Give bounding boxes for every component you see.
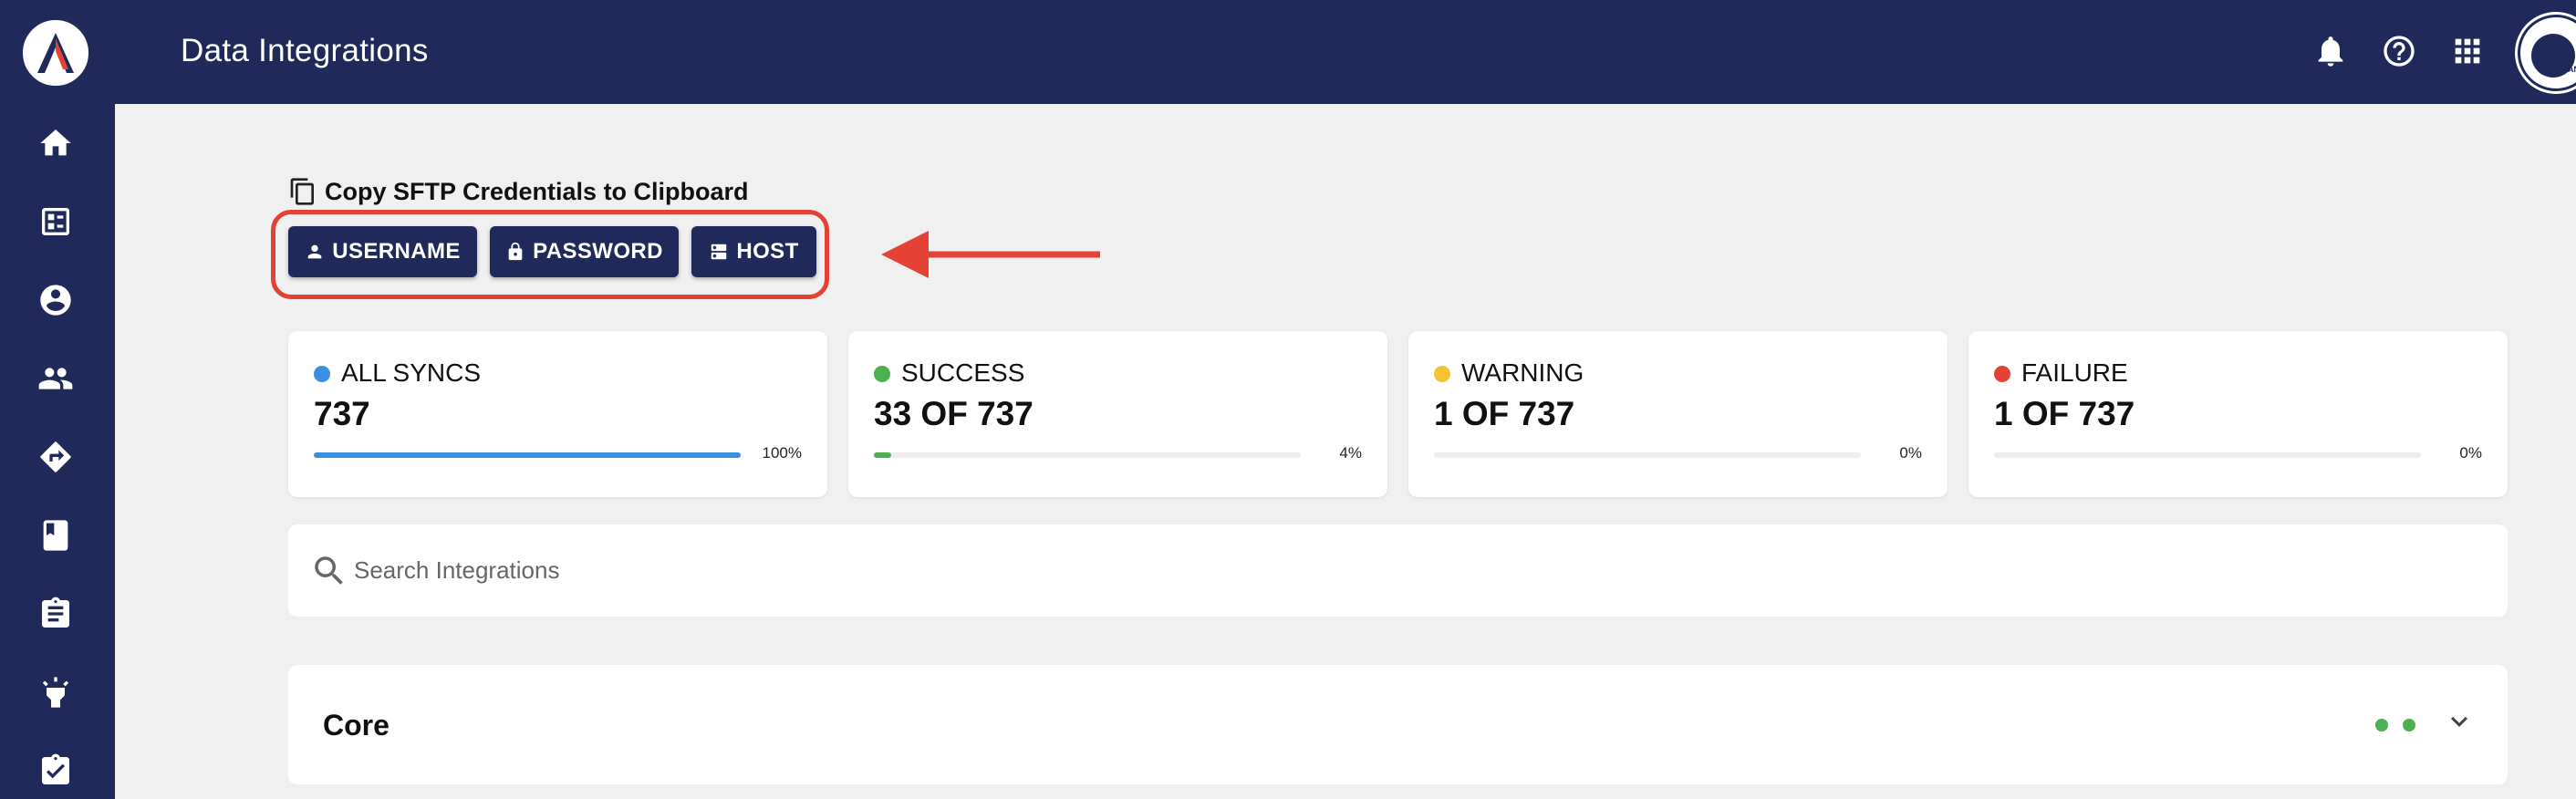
notifications-icon[interactable] <box>2310 30 2352 72</box>
status-dot <box>2403 719 2415 732</box>
stat-dot <box>874 366 890 382</box>
stat-title: FAILURE <box>2021 358 2128 387</box>
status-dot <box>2375 719 2388 732</box>
directions-icon[interactable] <box>35 436 77 478</box>
apps-grid-icon[interactable] <box>2446 30 2488 72</box>
stat-dot <box>1434 366 1450 382</box>
stat-title: WARNING <box>1461 358 1584 387</box>
stat-percent: 0% <box>1899 444 1922 462</box>
assignment-icon[interactable] <box>35 593 77 635</box>
highlight-icon[interactable] <box>35 671 77 713</box>
stat-percent: 100% <box>762 444 802 462</box>
stat-progress-fill <box>874 452 891 458</box>
help-icon[interactable] <box>2378 30 2420 72</box>
stat-progress-track <box>1434 452 1861 458</box>
stat-card-failure[interactable]: FAILURE 1 OF 737 0% <box>1968 331 2508 497</box>
stat-percent: 4% <box>1339 444 1362 462</box>
stat-title: SUCCESS <box>901 358 1025 387</box>
search-icon <box>315 556 343 585</box>
copy-credentials-label: Copy SFTP Credentials to Clipboard <box>325 177 749 205</box>
stat-progress-track <box>874 452 1301 458</box>
search-input[interactable] <box>354 543 2452 597</box>
person-icon <box>307 244 322 259</box>
avatar-text: FRANKLIN <box>2557 65 2576 74</box>
stat-card-warning[interactable]: WARNING 1 OF 737 0% <box>1408 331 1948 497</box>
stat-title: ALL SYNCS <box>341 358 482 387</box>
stat-percent: 0% <box>2459 444 2482 462</box>
task-icon[interactable] <box>35 750 77 792</box>
section-title: Core <box>323 709 390 742</box>
stat-value: 1 OF 737 <box>1994 395 2135 432</box>
dashboard-icon[interactable] <box>35 201 77 243</box>
account-icon[interactable] <box>35 279 77 321</box>
page-title: Data Integrations <box>181 33 429 68</box>
username-button-label: USERNAME <box>332 239 461 264</box>
section-core[interactable]: Core <box>288 665 2508 784</box>
copy-credentials-row: Copy SFTP Credentials to Clipboard <box>288 177 749 206</box>
dns-icon <box>712 244 727 260</box>
stat-card-success[interactable]: SUCCESS 33 OF 737 4% <box>848 331 1387 497</box>
password-button[interactable]: PASSWORD <box>490 226 679 277</box>
book-icon[interactable] <box>35 514 77 556</box>
chevron-down-icon[interactable] <box>2443 705 2476 738</box>
annotation-arrow <box>881 231 1100 278</box>
host-button-label: HOST <box>736 239 799 264</box>
host-button[interactable]: HOST <box>691 226 816 277</box>
stat-progress-fill <box>314 452 741 458</box>
stat-dot <box>314 366 330 382</box>
stat-card-all-syncs[interactable]: ALL SYNCS 737 100% <box>288 331 827 497</box>
home-icon[interactable] <box>35 122 77 164</box>
stat-value: 737 <box>314 395 370 432</box>
search-bar <box>288 524 2508 617</box>
app-logo[interactable] <box>19 16 92 89</box>
password-button-label: PASSWORD <box>533 239 663 264</box>
copy-icon <box>290 178 314 205</box>
stat-progress-track <box>1994 452 2421 458</box>
lock-icon <box>508 242 523 261</box>
stat-dot <box>1994 366 2010 382</box>
username-button[interactable]: USERNAME <box>288 226 477 277</box>
stat-value: 1 OF 737 <box>1434 395 1575 432</box>
people-icon[interactable] <box>35 358 77 400</box>
stat-progress-track <box>314 452 741 458</box>
stat-value: 33 OF 737 <box>874 395 1034 432</box>
